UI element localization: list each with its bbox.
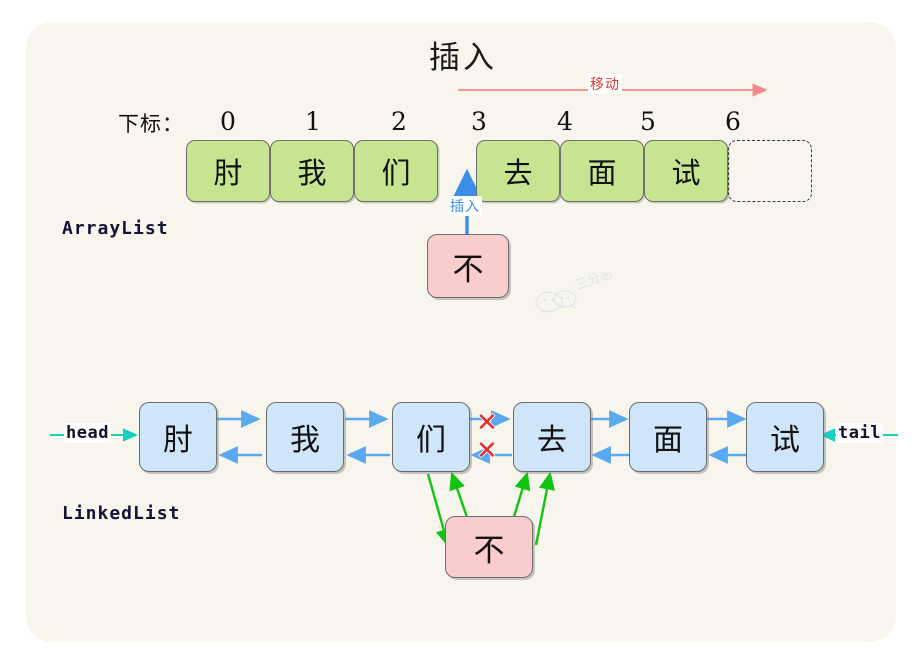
watermark-text: 三分恶 [573,272,615,294]
head-label: head [64,423,111,443]
array-index-3: 3 [471,107,487,136]
list-node-1[interactable]: 我 [266,402,344,472]
array-cell-4[interactable]: 去 [476,140,560,202]
arraylist-label: ArrayList [62,218,169,239]
array-index-0: 0 [220,107,236,136]
array-cell-6[interactable]: 试 [644,140,728,202]
array-index-4: 4 [557,107,573,136]
index-row-label: 下标： [118,112,184,136]
array-cell-5[interactable]: 面 [560,140,644,202]
broken-link-forward-icon: ✕ [475,408,498,438]
move-label: 移动 [588,74,622,94]
insert-label: 插入 [448,196,482,216]
tail-label: tail [836,423,883,443]
list-node-0[interactable]: 肘 [139,402,217,472]
array-cell-empty[interactable] [728,140,812,202]
list-node-5[interactable]: 试 [746,402,824,472]
watermark: 三分恶 [535,272,615,314]
diagram-canvas: 插入 下标： 0 1 2 3 4 5 6 肘 我 们 去 面 试 移动 插入 不… [0,0,923,667]
array-index-1: 1 [305,107,321,136]
linkedlist-label: LinkedList [62,503,181,524]
list-node-4[interactable]: 面 [629,402,707,472]
list-node-3[interactable]: 去 [513,402,591,472]
array-insert-value-box[interactable]: 不 [427,234,509,298]
array-index-6: 6 [725,107,741,136]
array-cell-0[interactable]: 肘 [186,140,270,202]
list-insert-value-box[interactable]: 不 [445,516,533,578]
page-title: 插入 [429,40,497,76]
array-index-5: 5 [640,107,656,136]
list-node-2[interactable]: 们 [392,402,470,472]
array-cell-1[interactable]: 我 [270,140,354,202]
array-cell-2[interactable]: 们 [354,140,438,202]
array-index-2: 2 [391,107,407,136]
broken-link-backward-icon: ✕ [475,436,498,466]
